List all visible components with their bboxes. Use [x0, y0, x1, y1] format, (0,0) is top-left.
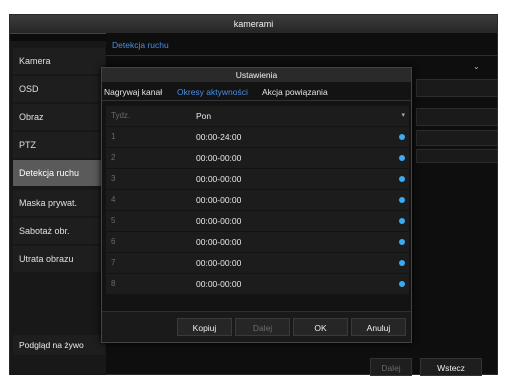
period-time-input[interactable]: 00:00-00:00 [196, 190, 241, 210]
sidebar-item-utrata-obrazu[interactable]: Utrata obrazu [13, 246, 105, 272]
sidebar-item-obraz[interactable]: Obraz [13, 104, 105, 130]
period-number: 3 [111, 174, 116, 183]
period-time-input[interactable]: 00:00-00:00 [196, 274, 241, 294]
period-number: 6 [111, 237, 116, 246]
next-button[interactable]: Dalej [370, 358, 412, 376]
dialog-tabs: Nagrywaj kanał Okresy aktywności Akcja p… [102, 84, 411, 101]
week-row: Tydz. Pon ▾ [106, 106, 409, 126]
chevron-down-icon[interactable]: ▾ [401, 106, 405, 126]
background-field [416, 149, 498, 163]
live-view-button[interactable]: Podgląd na żywo [13, 335, 105, 355]
window-title: kamerami [10, 15, 497, 34]
sidebar-item-osd[interactable]: OSD [13, 76, 105, 102]
settings-dot-icon[interactable] [399, 260, 405, 266]
period-time-input[interactable]: 00:00-00:00 [196, 169, 241, 189]
period-number: 8 [111, 279, 116, 288]
sidebar-item-maska[interactable]: Maska prywat. [13, 190, 105, 216]
table-row: 5 00:00-00:00 [106, 211, 409, 231]
period-number: 1 [111, 132, 116, 141]
settings-dot-icon[interactable] [399, 134, 405, 140]
table-row: 7 00:00-00:00 [106, 253, 409, 273]
content-tabstrip: Detekcja ruchu [106, 39, 497, 56]
week-label: Tydz. [111, 111, 131, 120]
back-button[interactable]: Wstecz [420, 358, 482, 376]
period-time-input[interactable]: 00:00-00:00 [196, 253, 241, 273]
sidebar: Kamera OSD Obraz PTZ Detekcja ruchu Mask… [10, 41, 106, 375]
sidebar-item-detekcja-ruchu[interactable]: Detekcja ruchu [13, 160, 105, 186]
period-number: 5 [111, 216, 116, 225]
sidebar-item-kamera[interactable]: Kamera [13, 48, 105, 74]
period-time-input[interactable]: 00:00-24:00 [196, 127, 241, 147]
table-row: 8 00:00-00:00 [106, 274, 409, 294]
period-time-input[interactable]: 00:00-00:00 [196, 232, 241, 252]
tab-okresy-aktywnosci[interactable]: Okresy aktywności [177, 87, 248, 97]
settings-dialog: Ustawienia Nagrywaj kanał Okresy aktywno… [101, 67, 412, 343]
table-row: 3 00:00-00:00 [106, 169, 409, 189]
tab-detekcja-ruchu[interactable]: Detekcja ruchu [112, 40, 169, 50]
background-field [416, 108, 498, 126]
settings-dot-icon[interactable] [399, 239, 405, 245]
copy-button[interactable]: Kopiuj [177, 318, 232, 336]
background-field [416, 130, 498, 146]
settings-dot-icon[interactable] [399, 176, 405, 182]
period-time-input[interactable]: 00:00-00:00 [196, 148, 241, 168]
ok-button[interactable]: OK [293, 318, 348, 336]
background-select [416, 79, 498, 97]
period-number: 4 [111, 195, 116, 204]
sidebar-item-ptz[interactable]: PTZ [13, 132, 105, 158]
period-time-input[interactable]: 00:00-00:00 [196, 211, 241, 231]
tab-akcja-powiazania[interactable]: Akcja powiązania [262, 87, 328, 97]
sidebar-item-sabotaz[interactable]: Sabotaż obr. [13, 218, 105, 244]
table-row: 2 00:00-00:00 [106, 148, 409, 168]
settings-dot-icon[interactable] [399, 281, 405, 287]
week-select[interactable]: Pon [196, 106, 211, 126]
settings-dot-icon[interactable] [399, 197, 405, 203]
table-row: 6 00:00-00:00 [106, 232, 409, 252]
chevron-down-icon: ⌄ [473, 62, 480, 71]
dialog-title: Ustawienia [102, 68, 411, 82]
table-row: 4 00:00-00:00 [106, 190, 409, 210]
period-number: 7 [111, 258, 116, 267]
cancel-button[interactable]: Anuluj [351, 318, 406, 336]
period-table: Tydz. Pon ▾ 1 00:00-24:00 2 00:00-00:00 … [106, 106, 409, 295]
settings-dot-icon[interactable] [399, 218, 405, 224]
next-button[interactable]: Dalej [235, 318, 290, 336]
settings-dot-icon[interactable] [399, 155, 405, 161]
table-row: 1 00:00-24:00 [106, 127, 409, 147]
period-number: 2 [111, 153, 116, 162]
tab-nagrywaj-kanal[interactable]: Nagrywaj kanał [104, 87, 162, 97]
dialog-footer: Kopiuj Dalej OK Anuluj [102, 311, 411, 342]
